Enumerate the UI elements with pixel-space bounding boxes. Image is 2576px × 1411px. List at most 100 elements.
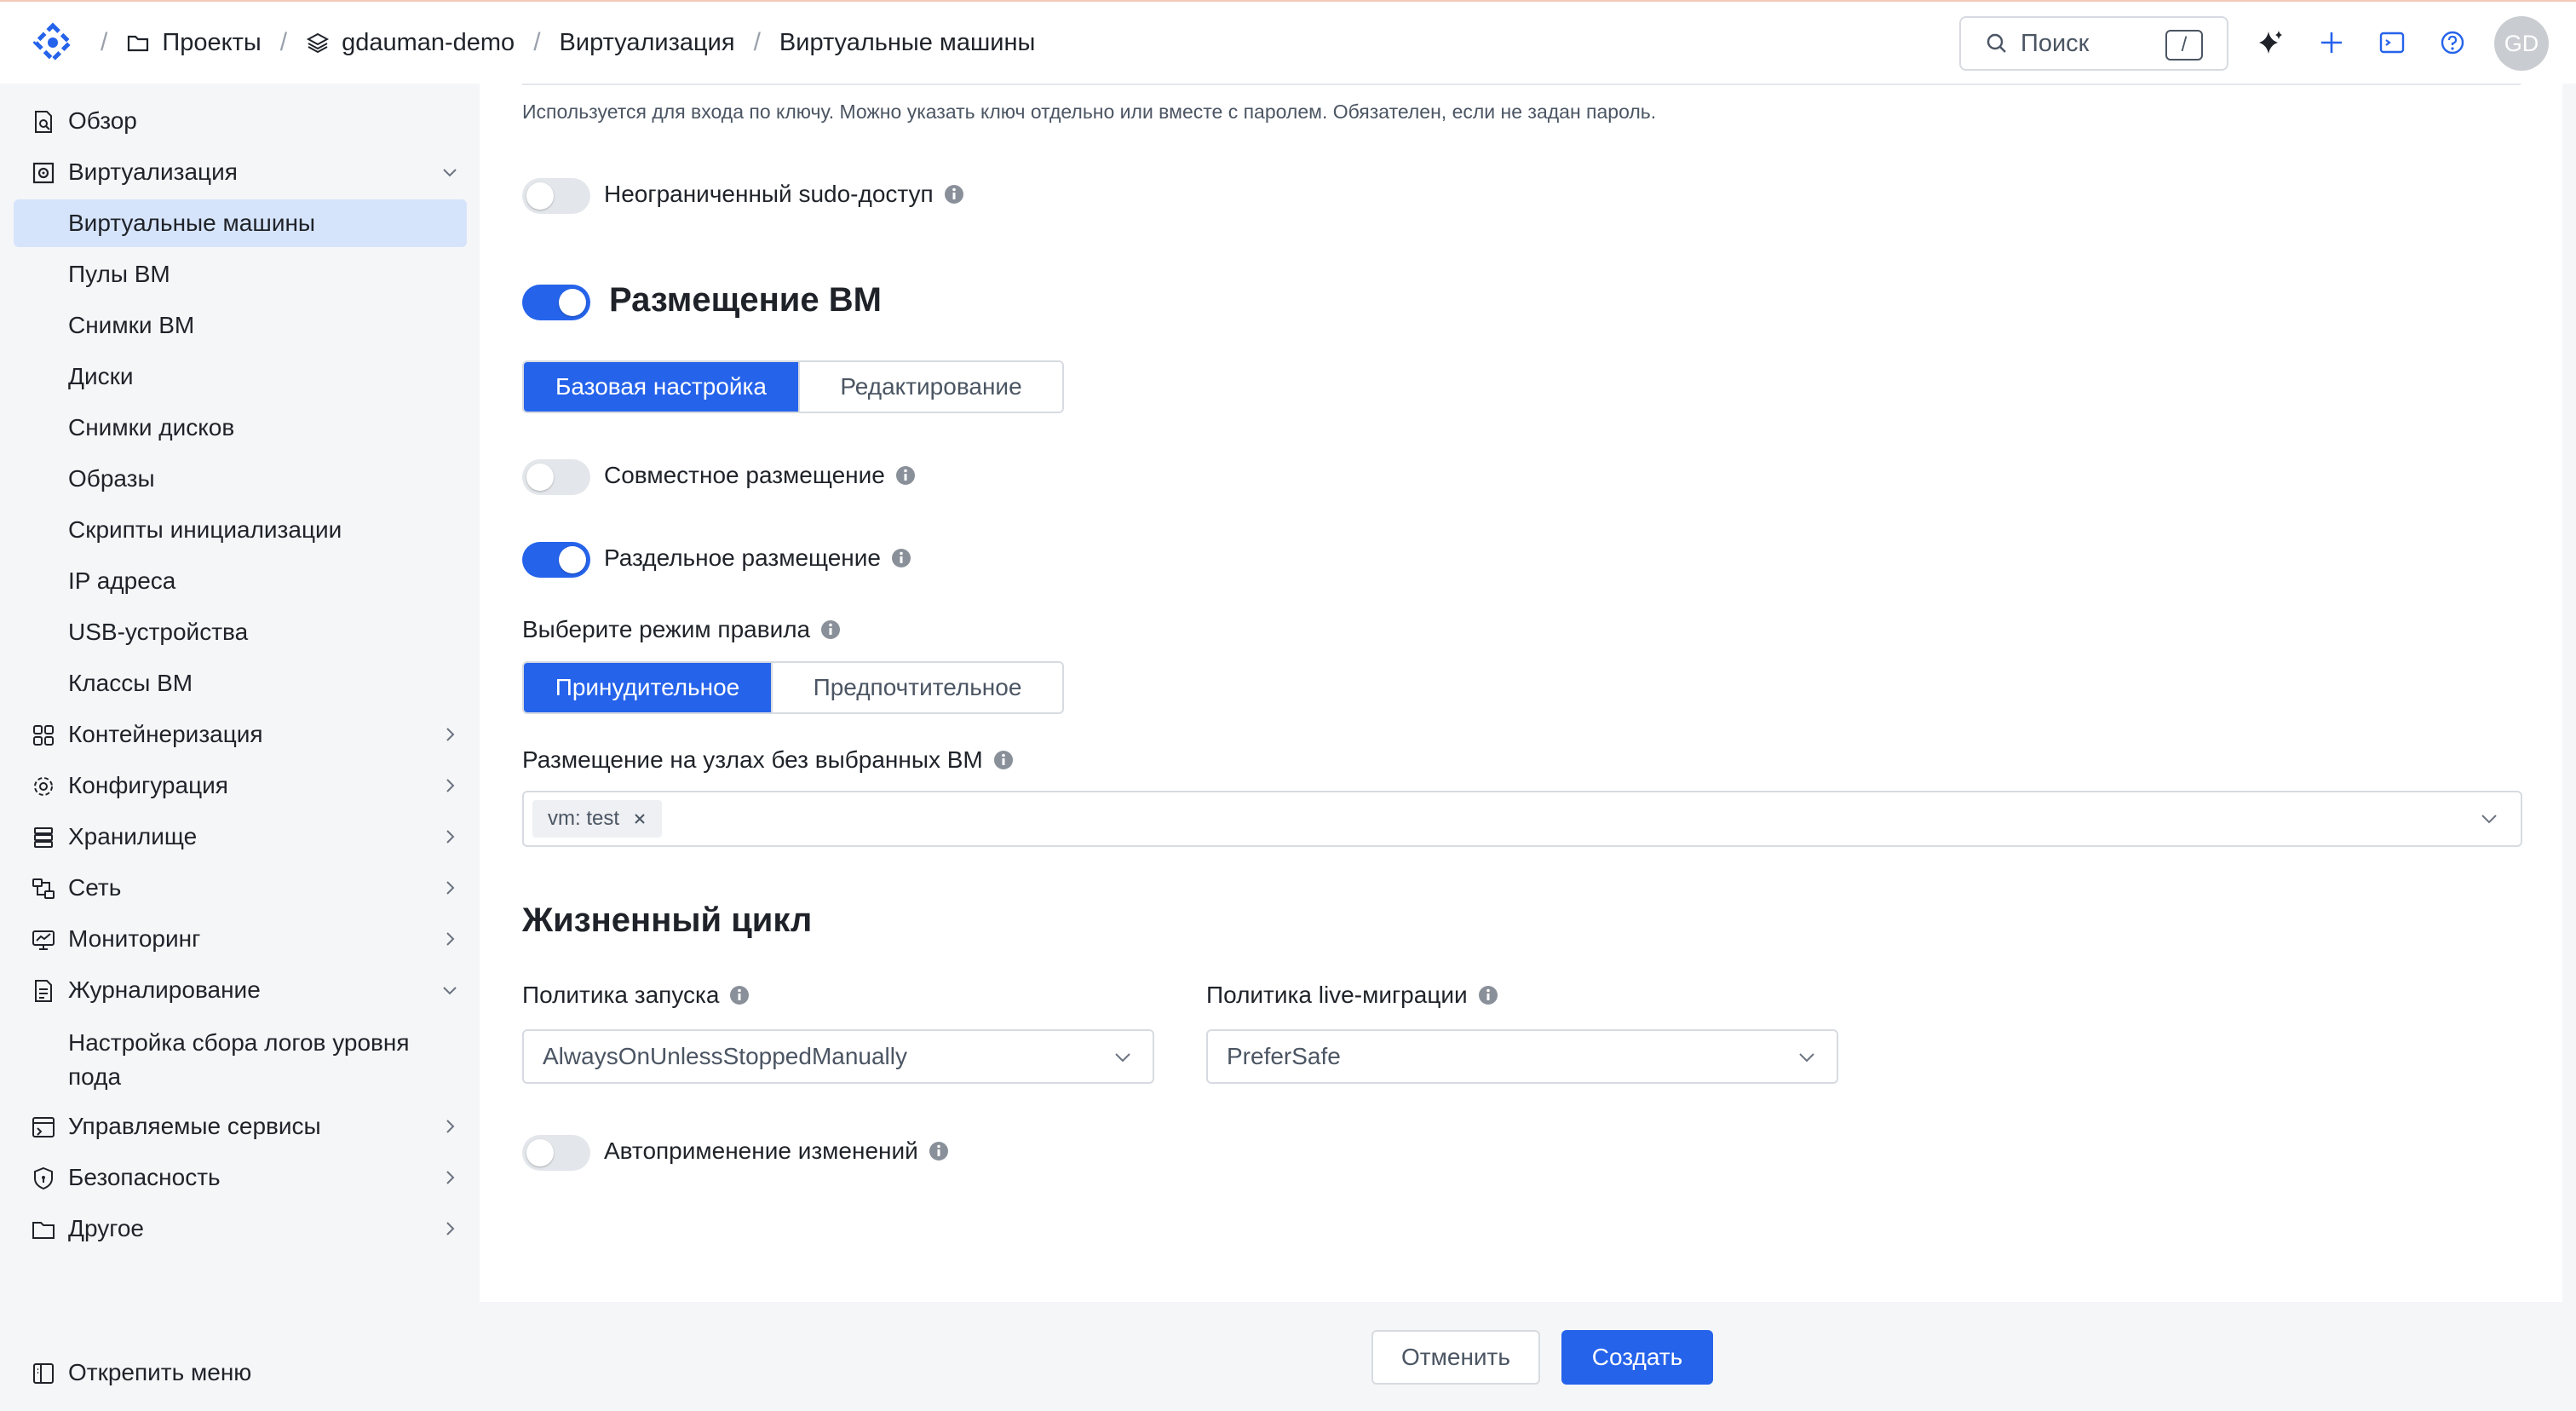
sidebar-item-network[interactable]: Сеть [14,864,467,912]
sidebar-item-vm-snapshots[interactable]: Снимки ВМ [14,302,467,349]
chevron-down-icon [1799,1053,1814,1063]
breadcrumb: / Проекты / gdauman-demo / Виртуализация… [101,28,1036,57]
chevron-down-icon [443,169,457,177]
log-icon [35,980,52,1002]
chevron-right-icon [446,1120,455,1133]
tab-basic-settings[interactable]: Базовая настройка [524,362,798,412]
overview-icon [35,111,52,133]
run-policy-label: Политика запуска [522,982,720,1008]
close-icon[interactable] [633,812,647,826]
rule-mode-required[interactable]: Принудительное [524,663,771,712]
virtualization-icon [32,162,55,184]
folder-icon [128,35,149,52]
terminal-icon[interactable] [2378,28,2406,57]
create-button[interactable]: Создать [1561,1330,1713,1385]
chevron-right-icon [446,881,455,895]
sidebar-item-ip-addresses[interactable]: IP адреса [14,557,467,605]
top-header: / Проекты / gdauman-demo / Виртуализация… [0,0,2576,84]
search-icon [1987,33,2006,53]
lifecycle-title: Жизненный цикл [522,901,813,939]
breadcrumb-current: Виртуальные машины [779,28,1036,56]
help-icon[interactable] [2438,28,2467,57]
info-icon[interactable] [891,548,911,568]
anti-affinity-toggle[interactable] [522,542,590,578]
sidebar-item-storage[interactable]: Хранилище [14,813,467,861]
cancel-button[interactable]: Отменить [1371,1330,1540,1385]
rule-mode-selector: Принудительное Предпочтительное [522,661,1064,714]
chevron-right-icon [446,1171,455,1184]
sidebar-item-overview[interactable]: Обзор [14,97,467,145]
unpin-menu-button[interactable]: Открепить меню [14,1349,467,1397]
folder-icon [32,1222,55,1239]
sidebar-item-security[interactable]: Безопасность [14,1154,467,1201]
chevron-right-icon [446,779,455,792]
anti-affinity-label: Раздельное размещение [604,544,881,571]
info-icon[interactable] [1478,985,1498,1005]
rule-mode-label: Выберите режим правила [522,616,811,642]
gear-icon [34,777,53,796]
logo-icon[interactable] [32,22,73,63]
sidebar-item-containerization[interactable]: Контейнеризация [14,711,467,758]
chevron-right-icon [446,932,455,946]
sidebar-item-usb-devices[interactable]: USB-устройства [14,608,467,656]
rule-mode-preferred[interactable]: Предпочтительное [771,663,1062,712]
avatar[interactable]: GD [2494,16,2549,71]
sidebar-item-images[interactable]: Образы [14,455,467,503]
sidebar-item-vm-classes[interactable]: Классы ВМ [14,659,467,707]
sidebar-item-init-scripts[interactable]: Скрипты инициализации [14,506,467,554]
migration-policy-label: Политика live-миграции [1206,982,1468,1008]
search-shortcut-badge: / [2165,30,2203,60]
chevron-down-icon [443,987,457,995]
sidebar-item-vm-pools[interactable]: Пулы ВМ [14,251,467,298]
placement-mode-tabs: Базовая настройка Редактирование [522,360,1064,413]
breadcrumb-projects[interactable]: Проекты [126,29,262,57]
sidebar: Обзор Виртуализация Виртуальные машины П… [0,84,477,1411]
sidebar-item-virtual-machines[interactable]: Виртуальные машины [14,199,467,247]
sparkle-icon[interactable] [2256,28,2285,57]
layers-icon [306,32,330,54]
sidebar-item-pod-log-collection[interactable]: Настройка сбора логов уровня пода [14,1017,467,1092]
auto-apply-label: Автоприменение изменений [604,1137,918,1164]
info-icon[interactable] [993,750,1014,770]
monitor-icon [32,930,55,950]
migration-policy-select[interactable]: PreferSafe [1206,1029,1838,1084]
info-icon[interactable] [895,465,916,486]
run-policy-select[interactable]: AlwaysOnUnlessStoppedManually [522,1029,1154,1084]
info-icon[interactable] [820,619,841,640]
info-icon[interactable] [729,985,750,1005]
vm-multiselect[interactable]: vm: test [522,791,2522,847]
sidebar-item-managed-services[interactable]: Управляемые сервисы [14,1103,467,1150]
chevron-down-icon [1115,1053,1130,1063]
plus-icon[interactable] [2317,28,2346,57]
tab-editing[interactable]: Редактирование [798,362,1062,412]
sidebar-item-disks[interactable]: Диски [14,353,467,400]
sidebar-item-logging[interactable]: Журналирование [14,966,467,1014]
storage-icon [34,827,53,848]
search-input[interactable]: Поиск / [1959,16,2228,71]
sidebar-item-disk-snapshots[interactable]: Снимки дисков [14,404,467,452]
auto-apply-toggle[interactable] [522,1135,590,1171]
sidebar-item-other[interactable]: Другое [14,1205,467,1253]
sidebar-item-virtualization[interactable]: Виртуализация [14,148,467,196]
network-icon [32,878,55,899]
chevron-right-icon [446,830,455,844]
grid-icon [33,725,54,746]
affinity-toggle[interactable] [522,459,590,495]
sidebar-item-monitoring[interactable]: Мониторинг [14,915,467,963]
sudo-toggle[interactable] [522,178,590,214]
chevron-down-icon [2481,815,2497,824]
info-icon[interactable] [929,1141,949,1161]
breadcrumb-project[interactable]: gdauman-demo [306,29,515,57]
nodes-label: Размещение на узлах без выбранных ВМ [522,746,983,773]
shield-icon [34,1166,53,1190]
sidebar-item-configuration[interactable]: Конфигурация [14,762,467,809]
ssh-key-hint: Используется для входа по ключу. Можно у… [522,101,1657,123]
sidebar-toggle-icon [33,1363,54,1384]
placement-toggle[interactable] [522,285,590,320]
breadcrumb-virtualization[interactable]: Виртуализация [560,29,735,57]
main-content: Используется для входа по ключу. Можно у… [480,84,2562,1302]
services-icon [32,1117,55,1137]
placement-title: Размещение ВМ [609,281,882,319]
info-icon[interactable] [944,184,964,204]
chevron-right-icon [446,728,455,741]
